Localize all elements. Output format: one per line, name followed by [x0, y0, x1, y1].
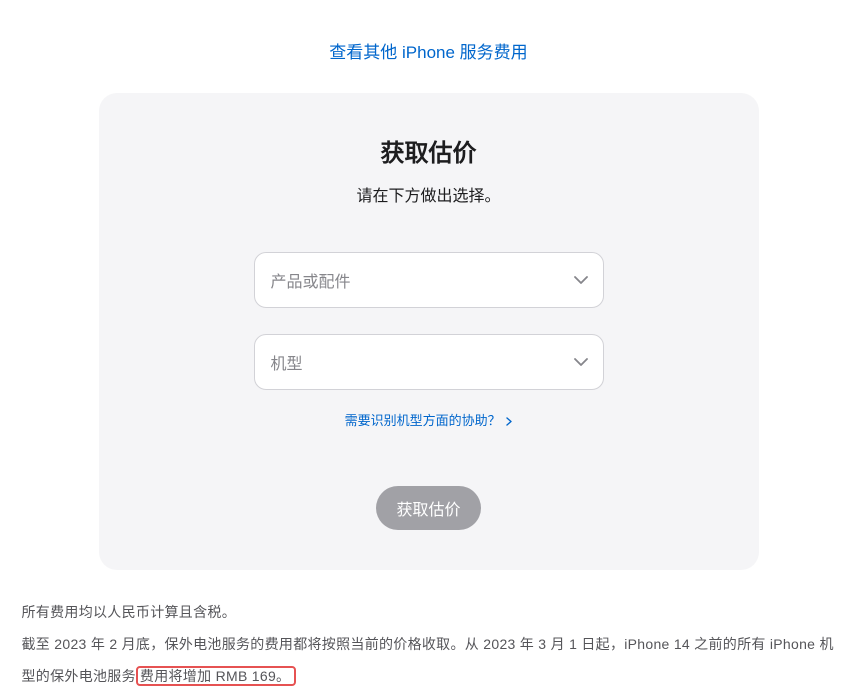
footer-notes: 所有费用均以人民币计算且含税。 截至 2023 年 2 月底，保外电池服务的费用…	[14, 596, 844, 693]
model-select-wrapper: 机型	[254, 334, 604, 390]
card-title: 获取估价	[159, 133, 699, 168]
note-line-2: 截至 2023 年 2 月底，保外电池服务的费用都将按照当前的价格收取。从 20…	[22, 628, 844, 692]
product-select-wrapper: 产品或配件	[254, 252, 604, 308]
note-line-2-highlight: 费用将增加 RMB 169。	[136, 666, 296, 686]
model-select[interactable]: 机型	[254, 334, 604, 390]
help-link-label: 需要识别机型方面的协助？	[345, 413, 501, 428]
product-select[interactable]: 产品或配件	[254, 252, 604, 308]
help-link-container: 需要识别机型方面的协助？	[159, 410, 699, 430]
product-select-placeholder: 产品或配件	[271, 268, 351, 292]
get-estimate-button[interactable]: 获取估价	[376, 486, 480, 530]
identify-model-help-link[interactable]: 需要识别机型方面的协助？	[345, 413, 513, 428]
estimate-card: 获取估价 请在下方做出选择。 产品或配件 机型 需要识别机型方面的协助？ 获取估…	[99, 93, 759, 570]
note-line-1: 所有费用均以人民币计算且含税。	[22, 596, 844, 628]
chevron-right-icon	[506, 414, 512, 429]
top-link-container: 查看其他 iPhone 服务费用	[0, 38, 857, 63]
view-other-costs-link[interactable]: 查看其他 iPhone 服务费用	[329, 43, 527, 62]
card-subtitle: 请在下方做出选择。	[159, 182, 699, 206]
model-select-placeholder: 机型	[271, 350, 303, 374]
